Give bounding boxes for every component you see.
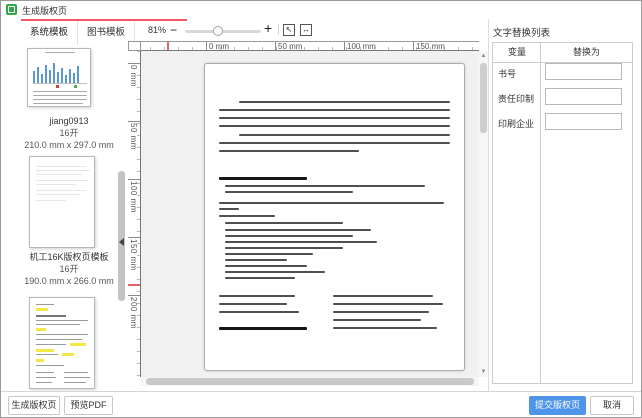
v-ruler-label: 150 mm [129,239,138,271]
horizontal-ruler: 0 mm 50 mm 100 mm 150 mm [141,41,479,51]
preview-pdf-button[interactable]: 预览PDF [64,396,113,415]
variable-label-book-number: 书号 [498,67,516,80]
v-ruler-cursor-marker [128,284,140,286]
preview-vertical-scrollbar[interactable]: ▲ ▼ [479,51,488,377]
panel-divider [488,19,489,391]
cancel-button[interactable]: 取消 [590,396,634,415]
h-ruler-label: 150 mm [416,42,445,51]
replace-table-header: 变量 替换为 [493,43,632,63]
template-thumbnail-jigong16k[interactable] [29,156,95,248]
template-name: jiang0913 [21,115,117,127]
template-caption: jiang0913 16开 210.0 mm x 297.0 mm [21,115,117,151]
tab-system-templates[interactable]: 系统模板 [21,21,78,45]
window-title: 生成版权页 [22,4,67,17]
ruler-corner [128,41,141,51]
fit-page-icon[interactable]: ↖ [283,24,295,36]
input-print-company[interactable] [545,113,622,130]
sidebar-scrollbar[interactable] [118,46,125,391]
column-variable: 变量 [493,43,541,62]
zoom-level: 81% [148,25,166,35]
copyright-page-preview [204,63,465,371]
app-icon [6,4,17,15]
template-name: 机工16K版权页模板 [21,251,117,263]
vertical-ruler: 0 mm 50 mm 100 mm 150 mm 200 mm [128,51,141,377]
template-dimensions: 190.0 mm x 266.0 mm [21,275,117,287]
variable-label-print-company: 印刷企业 [498,117,534,130]
h-ruler-label: 50 mm [278,42,302,51]
collapse-panel-arrow-icon[interactable] [119,238,124,246]
v-ruler-label: 0 mm [129,65,138,87]
replace-table: 变量 替换为 书号 责任印制 印刷企业 [492,42,633,384]
preview-horizontal-scrollbar[interactable] [141,377,479,386]
tab-book-templates[interactable]: 图书模板 [78,21,135,45]
v-ruler-label: 100 mm [129,181,138,213]
variable-label-print-manager: 责任印制 [498,92,534,105]
template-size: 16开 [21,127,117,139]
footer-bar: 生成版权页 预览PDF 提交版权页 取消 [1,391,641,418]
column-divider [540,43,541,383]
v-scrollbar-thumb[interactable] [480,63,487,133]
input-book-number[interactable] [545,63,622,80]
replace-list-title: 文字替换列表 [493,25,550,39]
zoom-slider-thumb[interactable] [213,26,223,36]
toolbar-separator: | [277,23,280,35]
sidebar-scrollbar-thumb[interactable] [118,171,125,301]
template-dimensions: 210.0 mm x 297.0 mm [21,139,117,151]
input-print-manager[interactable] [545,88,622,105]
h-scrollbar-thumb[interactable] [146,378,474,385]
zoom-out-button[interactable]: − [170,24,177,36]
template-list: jiang0913 16开 210.0 mm x 297.0 mm 机工16K版… [21,46,117,391]
generate-copyright-page-window: 生成版权页 系统模板 图书模板 jiang0913 [0,0,642,418]
h-ruler-label: 100 mm [347,42,376,51]
scroll-up-icon[interactable]: ▲ [479,52,488,60]
thumbnail-bar-chart [33,57,87,84]
preview-canvas[interactable] [141,51,479,377]
zoom-in-button[interactable]: + [264,22,272,34]
h-ruler-cursor-marker [167,42,169,50]
scroll-down-icon[interactable]: ▼ [479,368,488,376]
zoom-slider[interactable] [185,30,261,33]
template-caption: 机工16K版权页模板 16开 190.0 mm x 266.0 mm [21,251,117,287]
fit-width-icon[interactable]: ↔ [300,24,312,36]
column-replace-with: 替换为 [541,43,632,62]
generate-copyright-page-button[interactable]: 生成版权页 [8,396,60,415]
template-thumbnail-jiang0913[interactable] [27,48,91,107]
template-thumbnail-highlighted[interactable] [29,297,95,389]
submit-copyright-page-button[interactable]: 提交版权页 [529,396,586,415]
v-ruler-label: 50 mm [129,123,138,150]
v-ruler-label: 200 mm [129,297,138,329]
h-ruler-label: 0 mm [209,42,229,51]
template-size: 16开 [21,263,117,275]
